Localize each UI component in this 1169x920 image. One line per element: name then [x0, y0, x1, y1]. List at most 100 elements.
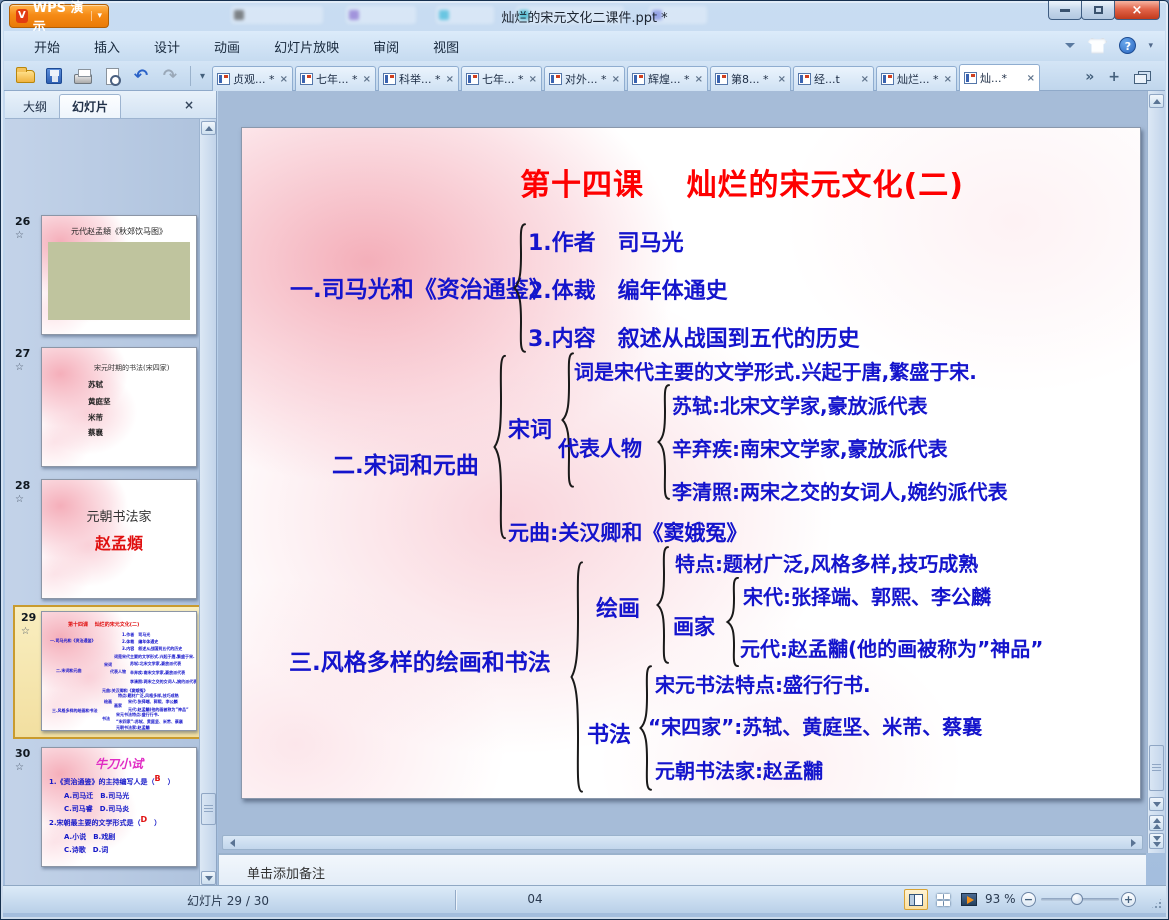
tab-close-icon[interactable]: × [861, 74, 869, 85]
panel-scroll-down-button[interactable] [201, 871, 216, 885]
panel-scrollbar-thumb[interactable] [201, 793, 216, 825]
section1-item[interactable]: 1.作者 司马光 [528, 225, 684, 257]
doc-tab[interactable]: 第8... * × [710, 66, 791, 91]
slide-number: 30 [15, 747, 31, 760]
scroll-tabs-right-icon[interactable]: » [1085, 69, 1094, 85]
menu-item-home[interactable]: 开始 [34, 37, 60, 56]
print-preview-button[interactable] [101, 65, 123, 87]
ci-description[interactable]: 词是宋代主要的文学形式.兴起于唐,繁盛于宋. [574, 356, 977, 385]
menu-item-review[interactable]: 审阅 [373, 37, 399, 56]
wps-app-button[interactable]: V WPS 演示 ▾ [9, 1, 109, 35]
doc-tab[interactable]: 灿烂... * × [876, 66, 957, 91]
menu-item-insert[interactable]: 插入 [94, 37, 120, 56]
resize-grip[interactable] [1150, 897, 1163, 910]
section2-label[interactable]: 二.宋词和元曲 [332, 446, 479, 480]
tab-close-icon[interactable]: × [280, 74, 288, 85]
doc-tab[interactable]: 经...t × [793, 66, 874, 91]
vertical-scrollbar[interactable] [1147, 91, 1165, 853]
doc-tab[interactable]: 贞观... * × [212, 66, 293, 91]
tab-close-icon[interactable]: × [612, 74, 620, 85]
section3-label[interactable]: 三.风格多样的绘画和书法 [289, 643, 551, 677]
panel-scrollbar[interactable] [199, 119, 216, 888]
tab-close-icon[interactable]: × [363, 74, 371, 85]
songdai-line[interactable]: 宋代:张择端、郭熙、李公麟 [743, 581, 991, 610]
print-button[interactable] [72, 65, 94, 87]
scroll-right-button[interactable] [1126, 837, 1140, 848]
collapse-ribbon-icon[interactable] [1065, 43, 1076, 48]
zoom-in-button[interactable]: + [1121, 892, 1136, 907]
slideshow-button[interactable] [957, 889, 981, 910]
slide-thumbnail-27[interactable]: 宋元时期的书法(宋四家) 苏轼 黄庭坚 米芾 蔡襄 [41, 347, 197, 467]
arrange-windows-icon[interactable] [1134, 70, 1151, 84]
more-tools-icon[interactable]: ▾ [200, 71, 205, 82]
notes-pane[interactable]: 单击添加备注 [218, 853, 1146, 887]
doc-tab[interactable]: 对外... * × [544, 66, 625, 91]
menu-item-design[interactable]: 设计 [154, 37, 180, 56]
undo-button[interactable]: ↶ [130, 65, 152, 87]
yuanqu-line[interactable]: 元曲:关汉卿和《窦娥冤》 [508, 517, 747, 547]
panel-scroll-up-button[interactable] [201, 121, 216, 135]
slide-thumbnail-29[interactable]: 第十四课 灿烂的宋元文化(二) 一.司马光和《资治通鉴》 1.作者 司马光 2.… [41, 611, 197, 731]
slide-canvas[interactable]: 第十四课 灿烂的宋元文化(二) 一.司马光和《资治通鉴》 1.作者 司马光 2.… [241, 127, 1141, 799]
tedian-line[interactable]: 特点:题材广泛,风格多样,技巧成熟 [675, 548, 978, 577]
tab-close-icon[interactable]: × [778, 74, 786, 85]
scroll-up-button[interactable] [1149, 94, 1164, 108]
shufa-item[interactable]: 宋元书法特点:盛行行书. [655, 669, 871, 698]
menu-item-animation[interactable]: 动画 [214, 37, 240, 56]
scroll-left-button[interactable] [225, 837, 239, 848]
previous-slide-button[interactable] [1149, 815, 1164, 831]
menu-item-slideshow[interactable]: 幻灯片放映 [274, 37, 339, 56]
daibiao-label[interactable]: 代表人物 [558, 433, 642, 463]
tab-close-icon[interactable]: × [1027, 73, 1035, 84]
section1-item[interactable]: 2.体裁 编年体通史 [528, 273, 728, 305]
tab-close-icon[interactable]: × [446, 74, 454, 85]
zoom-slider-thumb[interactable] [1071, 893, 1083, 905]
doc-tab[interactable]: 科举... * × [378, 66, 459, 91]
notes-placeholder[interactable]: 单击添加备注 [247, 863, 325, 882]
rep-item[interactable]: 苏轼:北宋文学家,豪放派代表 [672, 390, 928, 419]
shufa-item[interactable]: 元朝书法家:赵孟黼 [655, 755, 823, 784]
songci-label[interactable]: 宋词 [508, 412, 552, 444]
rep-item[interactable]: 李清照:两宋之交的女词人,婉约派代表 [672, 476, 1008, 505]
section1-item[interactable]: 3.内容 叙述从战国到五代的历史 [528, 321, 860, 353]
new-tab-icon[interactable]: + [1108, 69, 1120, 85]
doc-tab[interactable]: 七年... * × [461, 66, 542, 91]
doc-tab[interactable]: 辉煌... * × [627, 66, 708, 91]
redo-button[interactable]: ↷ [159, 65, 181, 87]
panel-close-icon[interactable]: × [184, 98, 194, 112]
save-button[interactable] [43, 65, 65, 87]
doc-tab-active[interactable]: 灿...* × [959, 64, 1040, 91]
tab-close-icon[interactable]: × [695, 74, 703, 85]
normal-view-button[interactable] [904, 889, 928, 910]
scroll-down-button[interactable] [1149, 797, 1164, 811]
yuandai-line[interactable]: 元代:赵孟黼(他的画被称为”神品” [740, 633, 1043, 662]
slide-thumbnail-30[interactable]: 牛刀小试 1.《资治通鉴》的主持编写人是（B ） A.司马迁 B.司马光 C.司… [41, 747, 197, 867]
slide-thumbnail-28[interactable]: 元朝书法家 赵孟頫 [41, 479, 197, 599]
horizontal-scrollbar[interactable] [222, 835, 1143, 850]
minimize-button[interactable] [1048, 1, 1082, 20]
shufa-item[interactable]: “宋四家”:苏轼、黄庭坚、米芾、蔡襄 [648, 711, 982, 740]
open-file-button[interactable] [14, 65, 36, 87]
zoom-out-button[interactable]: − [1021, 892, 1036, 907]
tab-outline[interactable]: 大纲 [11, 94, 59, 118]
close-button[interactable]: × [1114, 1, 1160, 20]
slide-title[interactable]: 第十四课 灿烂的宋元文化(二) [362, 160, 1122, 204]
help-caret-icon[interactable]: ▾ [1148, 41, 1153, 51]
tab-slides[interactable]: 幻灯片 [59, 94, 122, 118]
huajia-label[interactable]: 画家 [673, 611, 715, 641]
help-button[interactable]: ? [1119, 37, 1137, 54]
skin-theme-icon[interactable] [1087, 37, 1108, 54]
scrollbar-thumb[interactable] [1149, 745, 1164, 791]
slide-sorter-button[interactable] [931, 889, 955, 910]
doc-tab[interactable]: 七年... * × [295, 66, 376, 91]
rep-item[interactable]: 辛弃疾:南宋文学家,豪放派代表 [672, 433, 948, 462]
huihua-label[interactable]: 绘画 [596, 591, 640, 623]
maximize-button[interactable] [1081, 1, 1115, 20]
shufa-label[interactable]: 书法 [587, 717, 631, 749]
slide-thumbnail-26[interactable]: 元代赵孟頫《秋郊饮马图》 [41, 215, 197, 335]
tab-close-icon[interactable]: × [529, 74, 537, 85]
menu-item-view[interactable]: 视图 [433, 37, 459, 56]
tab-close-icon[interactable]: × [944, 74, 952, 85]
next-slide-button[interactable] [1149, 833, 1164, 849]
wps-app-button-caret-icon[interactable]: ▾ [91, 11, 102, 21]
